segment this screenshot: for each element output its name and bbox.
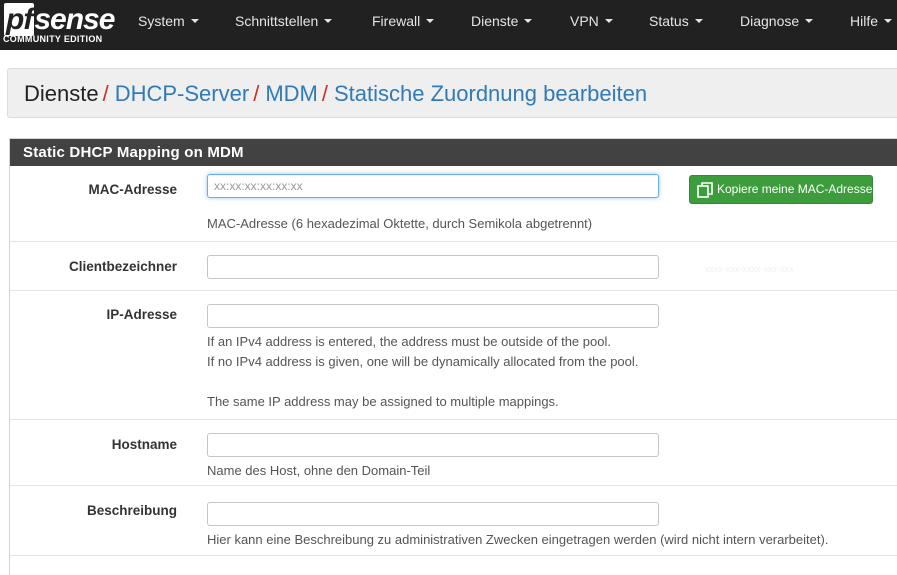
- nav-dienste[interactable]: Dienste: [471, 0, 533, 50]
- description-label: Beschreibung: [86, 503, 177, 518]
- logo-edition: COMMUNITY EDITION: [3, 34, 103, 44]
- nav-schnittstellen[interactable]: Schnittstellen: [235, 0, 333, 50]
- hostname-help: Name des Host, ohne den Domain-Teil: [207, 463, 431, 478]
- breadcrumb-edit-static-mapping[interactable]: Statische Zuordnung bearbeiten: [334, 81, 647, 106]
- breadcrumb-separator: /: [102, 81, 109, 106]
- mac-row: MAC-Adresse Kopiere meine MAC-Adresse MA…: [10, 166, 897, 242]
- caret-down-icon: [884, 19, 893, 24]
- client-id-label: Clientbezeichner: [68, 259, 177, 274]
- description-input[interactable]: [207, 502, 659, 526]
- breadcrumb-mdm[interactable]: MDM: [265, 81, 318, 106]
- nav-label: Status: [649, 13, 689, 29]
- nav-vpn[interactable]: VPN: [570, 0, 613, 50]
- caret-down-icon: [604, 19, 613, 24]
- ip-help-multiple: The same IP address may be assigned to m…: [207, 394, 559, 409]
- caret-down-icon: [324, 19, 333, 24]
- static-mapping-panel: Static DHCP Mapping on MDM MAC-Adresse K…: [9, 138, 897, 575]
- nav-system[interactable]: System: [138, 0, 199, 50]
- nav-label: Diagnose: [740, 13, 800, 29]
- nav-status[interactable]: Status: [649, 0, 703, 50]
- ip-help-dynamic: If no IPv4 address is given, one will be…: [207, 354, 639, 369]
- nav-label: Firewall: [372, 13, 421, 29]
- nav-label: VPN: [570, 13, 599, 29]
- description-row: Beschreibung Hier kann eine Beschreibung…: [10, 486, 897, 556]
- breadcrumb-trail: Dienste / DHCP-Server / MDM / Statische Zuordn…: [24, 81, 647, 107]
- caret-down-icon: [190, 19, 199, 24]
- copy-my-mac-button[interactable]: Kopiere meine MAC-Adresse: [689, 175, 873, 204]
- caret-down-icon: [805, 19, 814, 24]
- hostname-row: Hostname Name des Host, ohne den Domain-…: [10, 420, 897, 486]
- breadcrumb-dhcp-server[interactable]: DHCP-Server: [115, 81, 249, 106]
- caret-down-icon: [694, 19, 703, 24]
- logo-pf: pf: [4, 3, 35, 36]
- client-id-row: Clientbezeichner xxxx-xxx-xxxx-xxx-xxx: [10, 242, 897, 291]
- nav-label: Schnittstellen: [235, 13, 319, 29]
- nav-label: System: [138, 13, 185, 29]
- mac-label: MAC-Adresse: [88, 182, 177, 197]
- caret-down-icon: [426, 19, 435, 24]
- ip-help-outside-pool: If an IPv4 address is entered, the addre…: [207, 334, 611, 349]
- copy-button-label: Kopiere meine MAC-Adresse: [717, 182, 873, 196]
- breadcrumb: Dienste / DHCP-Server / MDM / Statische Zuordn…: [7, 68, 897, 118]
- mac-help: MAC-Adresse (6 hexadezimal Oktette, durc…: [207, 216, 593, 231]
- caret-down-icon: [524, 19, 533, 24]
- nav-label: Dienste: [471, 13, 519, 29]
- copy-icon: [697, 182, 713, 198]
- ip-address-input[interactable]: [207, 304, 659, 328]
- panel-title: Static DHCP Mapping on MDM: [10, 139, 897, 166]
- nav-firewall[interactable]: Firewall: [372, 0, 435, 50]
- breadcrumb-separator: /: [321, 81, 328, 106]
- nav-diagnose[interactable]: Diagnose: [740, 0, 814, 50]
- ip-row: IP-Adresse If an IPv4 address is entered…: [10, 291, 897, 420]
- top-navbar: pfsense COMMUNITY EDITION System Schnitt…: [0, 0, 897, 50]
- breadcrumb-separator: /: [253, 81, 260, 106]
- ip-label: IP-Adresse: [106, 307, 177, 322]
- client-id-input[interactable]: [207, 255, 659, 279]
- logo-wordmark: pfsense: [4, 3, 115, 36]
- hostname-label: Hostname: [111, 437, 177, 452]
- description-help: Hier kann eine Beschreibung zu administr…: [207, 532, 829, 547]
- background-artifact: xxxx-xxx-xxxx-xxx-xxx: [705, 264, 794, 274]
- pfsense-logo[interactable]: pfsense COMMUNITY EDITION: [2, 3, 115, 45]
- logo-sense: sense: [34, 3, 115, 36]
- mac-address-input[interactable]: [207, 174, 659, 198]
- nav-label: Hilfe: [850, 13, 879, 29]
- nav-hilfe[interactable]: Hilfe: [850, 0, 893, 50]
- hostname-input[interactable]: [207, 433, 659, 457]
- breadcrumb-dienste: Dienste: [24, 81, 99, 106]
